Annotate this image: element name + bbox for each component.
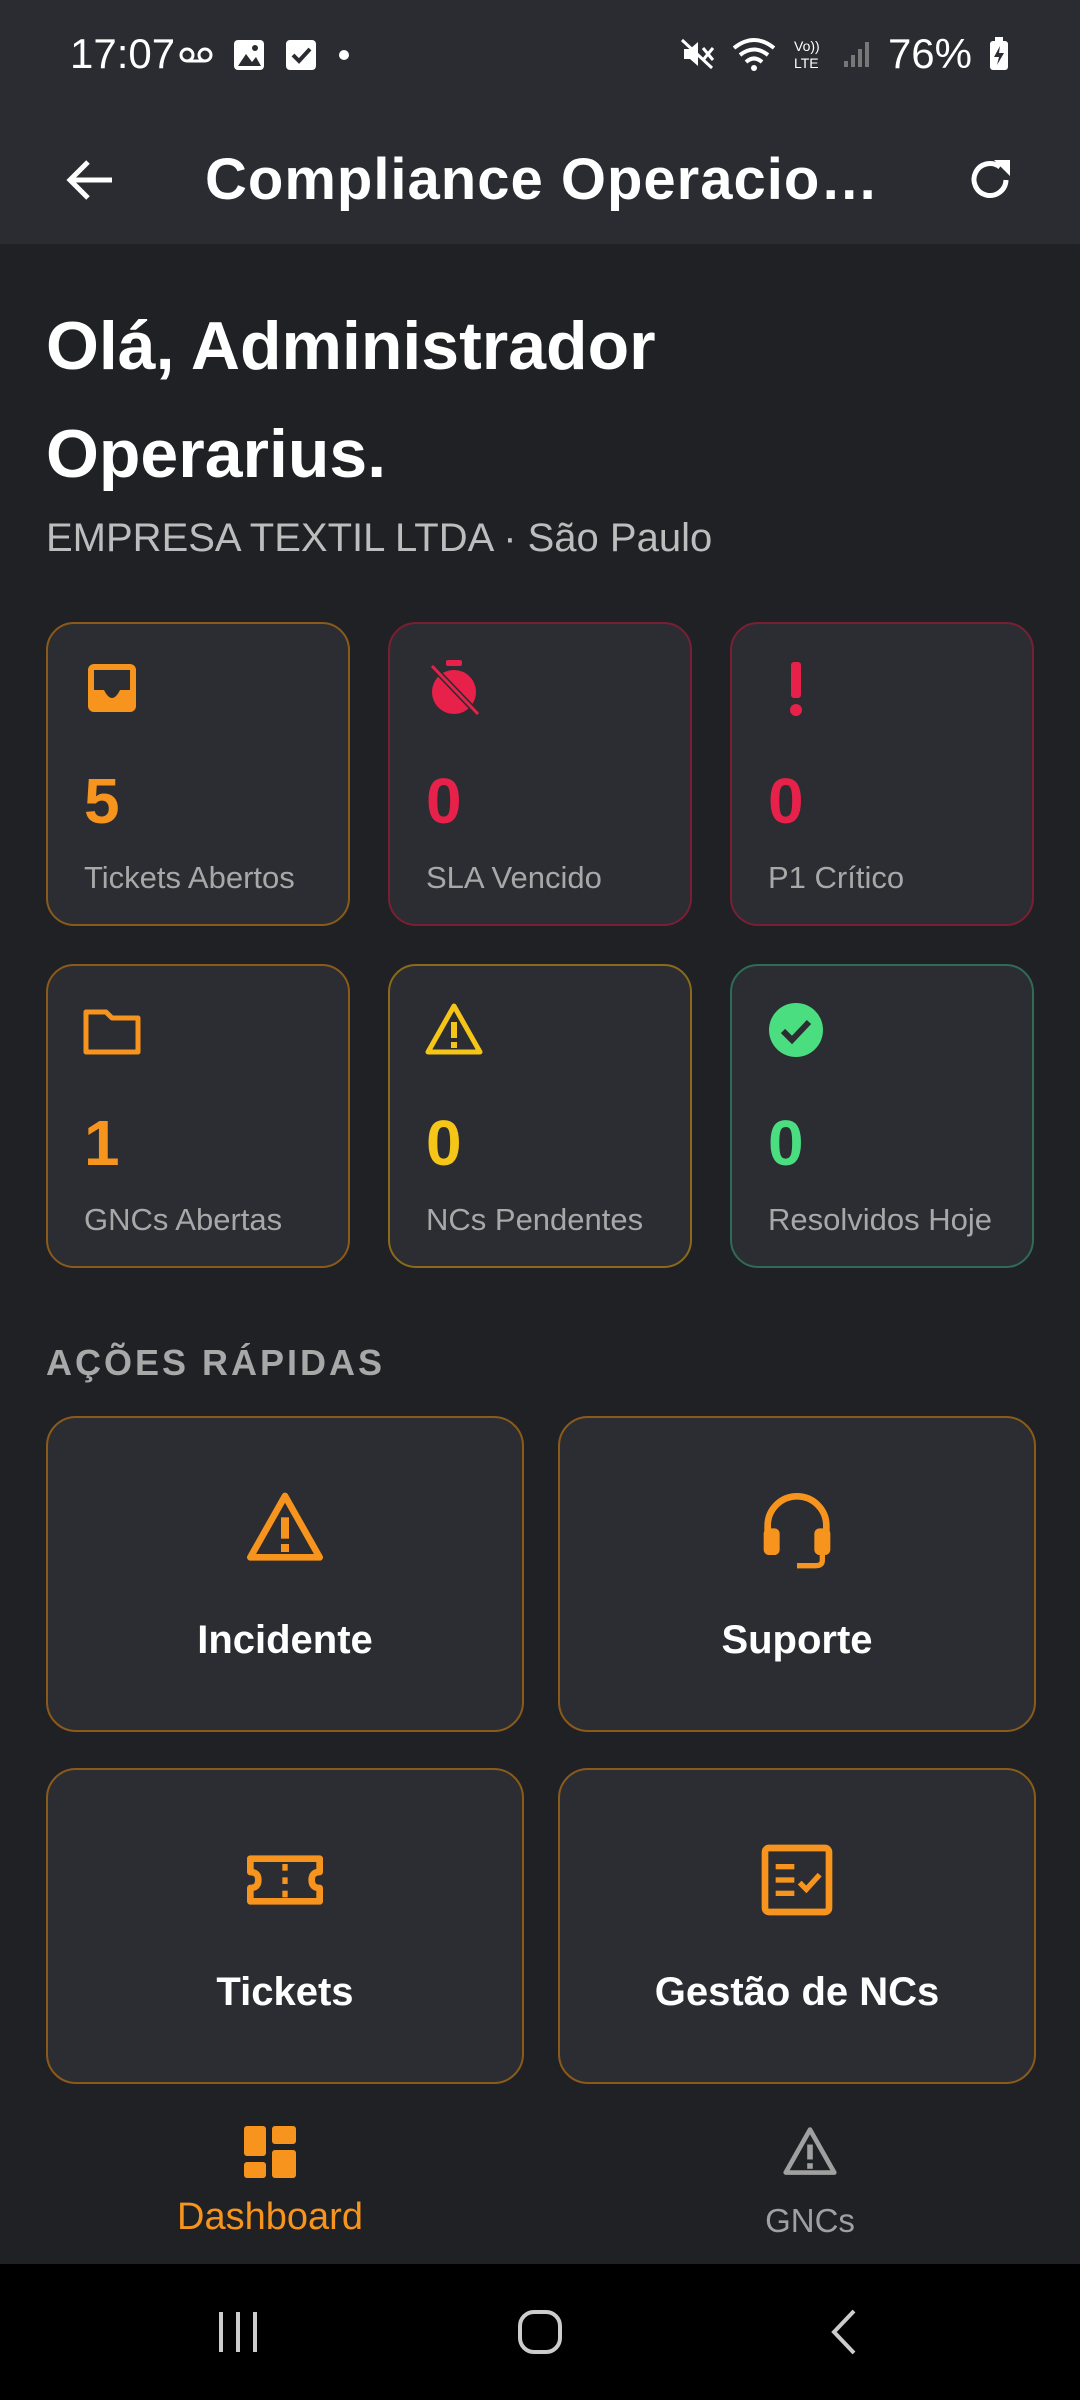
stat-value: 5 bbox=[84, 765, 120, 837]
greeting-line-1: Olá, Administrador bbox=[46, 308, 656, 384]
stat-card-ncs-pendentes[interactable]: 0 NCs Pendentes bbox=[388, 964, 692, 1268]
svg-text:LTE: LTE bbox=[794, 55, 819, 71]
incidente-button[interactable]: Incidente bbox=[46, 1416, 524, 1732]
gestao-de-ncs-button[interactable]: Gestão de NCs bbox=[558, 1768, 1036, 2084]
stat-label: NCs Pendentes bbox=[426, 1202, 644, 1237]
stat-card-resolvidos-hoje[interactable]: 0 Resolvidos Hoje bbox=[730, 964, 1034, 1268]
chevron-left-icon bbox=[831, 2309, 856, 2355]
stat-label: Tickets Abertos bbox=[84, 860, 295, 895]
stat-label: P1 Crítico bbox=[768, 860, 905, 895]
app-bar: Compliance Operacio… bbox=[0, 118, 1080, 244]
dashboard-icon bbox=[244, 2126, 296, 2178]
stat-label: GNCs Abertas bbox=[84, 1202, 283, 1237]
home-button[interactable] bbox=[500, 2302, 580, 2362]
exclamation-icon bbox=[790, 662, 802, 716]
suporte-button[interactable]: Suporte bbox=[558, 1416, 1036, 1732]
stat-card-p1-critico[interactable]: 0 P1 Crítico bbox=[730, 622, 1034, 926]
action-label: Suporte bbox=[721, 1618, 873, 1662]
greeting-heading: Olá, Administrador Operarius. bbox=[46, 292, 1006, 508]
volte-icon: Vo)) LTE bbox=[794, 38, 820, 71]
stat-value: 0 bbox=[426, 765, 462, 837]
stat-card-gncs-abertas[interactable]: 1 GNCs Abertas bbox=[46, 964, 350, 1268]
nav-item-dashboard[interactable]: Dashboard bbox=[0, 2090, 540, 2264]
stat-label: SLA Vencido bbox=[426, 860, 602, 895]
bottom-navigation: Dashboard GNCs bbox=[0, 2090, 1080, 2264]
headset-icon bbox=[763, 1493, 831, 1569]
stat-card-sla-vencido[interactable]: 0 SLA Vencido bbox=[388, 622, 692, 926]
battery-percentage: 76% bbox=[887, 30, 972, 77]
ticket-icon bbox=[247, 1855, 323, 1905]
gallery-icon bbox=[234, 40, 264, 70]
stat-value: 0 bbox=[768, 765, 804, 837]
company-location: EMPRESA TEXTIL LTDA · São Paulo bbox=[46, 516, 713, 560]
recent-apps-button[interactable] bbox=[198, 2302, 278, 2362]
stat-value: 0 bbox=[426, 1107, 462, 1179]
checklist-icon bbox=[761, 1844, 833, 1916]
nav-label: Dashboard bbox=[177, 2196, 363, 2238]
inbox-icon bbox=[88, 664, 136, 712]
stat-value: 0 bbox=[768, 1107, 804, 1179]
timer-off-icon bbox=[429, 660, 481, 717]
nav-item-gncs[interactable]: GNCs bbox=[540, 2090, 1080, 2264]
svg-text:Vo)): Vo)) bbox=[794, 38, 820, 54]
nav-label: GNCs bbox=[765, 2202, 855, 2239]
signal-icon bbox=[843, 42, 869, 67]
check-circle-icon bbox=[769, 1003, 823, 1057]
status-left-icons bbox=[178, 38, 352, 72]
warning-icon bbox=[425, 1003, 483, 1055]
page-title: Compliance Operacio… bbox=[205, 147, 880, 212]
warning-icon bbox=[247, 1492, 323, 1561]
battery-charging-icon bbox=[990, 37, 1008, 70]
quick-actions-title: AÇÕES RÁPIDAS bbox=[46, 1342, 386, 1383]
wifi-icon bbox=[732, 38, 776, 71]
arrow-back-icon bbox=[66, 160, 112, 200]
voicemail-icon bbox=[179, 47, 213, 63]
refresh-icon bbox=[971, 160, 1010, 198]
status-time: 17:07 bbox=[70, 30, 176, 77]
recent-apps-icon bbox=[219, 2312, 257, 2352]
folder-icon bbox=[83, 1009, 141, 1055]
dot-icon bbox=[339, 50, 349, 60]
action-label: Incidente bbox=[197, 1618, 373, 1662]
status-right-icons: Vo)) LTE 76% bbox=[680, 30, 1010, 78]
system-back-button[interactable] bbox=[804, 2302, 884, 2362]
status-bar: 17:07 Vo)) LTE 76% bbox=[0, 0, 1080, 118]
stat-label: Resolvidos Hoje bbox=[768, 1202, 992, 1237]
task-check-icon bbox=[286, 40, 316, 70]
action-label: Tickets bbox=[216, 1970, 354, 2014]
back-button[interactable] bbox=[50, 140, 130, 220]
tickets-button[interactable]: Tickets bbox=[46, 1768, 524, 2084]
stat-card-tickets-abertos[interactable]: 5 Tickets Abertos bbox=[46, 622, 350, 926]
home-icon bbox=[518, 2310, 562, 2354]
mute-icon bbox=[680, 38, 715, 70]
refresh-button[interactable] bbox=[950, 140, 1030, 220]
system-navigation-bar bbox=[0, 2264, 1080, 2400]
warning-icon bbox=[783, 2127, 837, 2175]
greeting-line-2: Operarius. bbox=[46, 416, 387, 492]
action-label: Gestão de NCs bbox=[654, 1970, 940, 2014]
stat-value: 1 bbox=[84, 1107, 120, 1179]
